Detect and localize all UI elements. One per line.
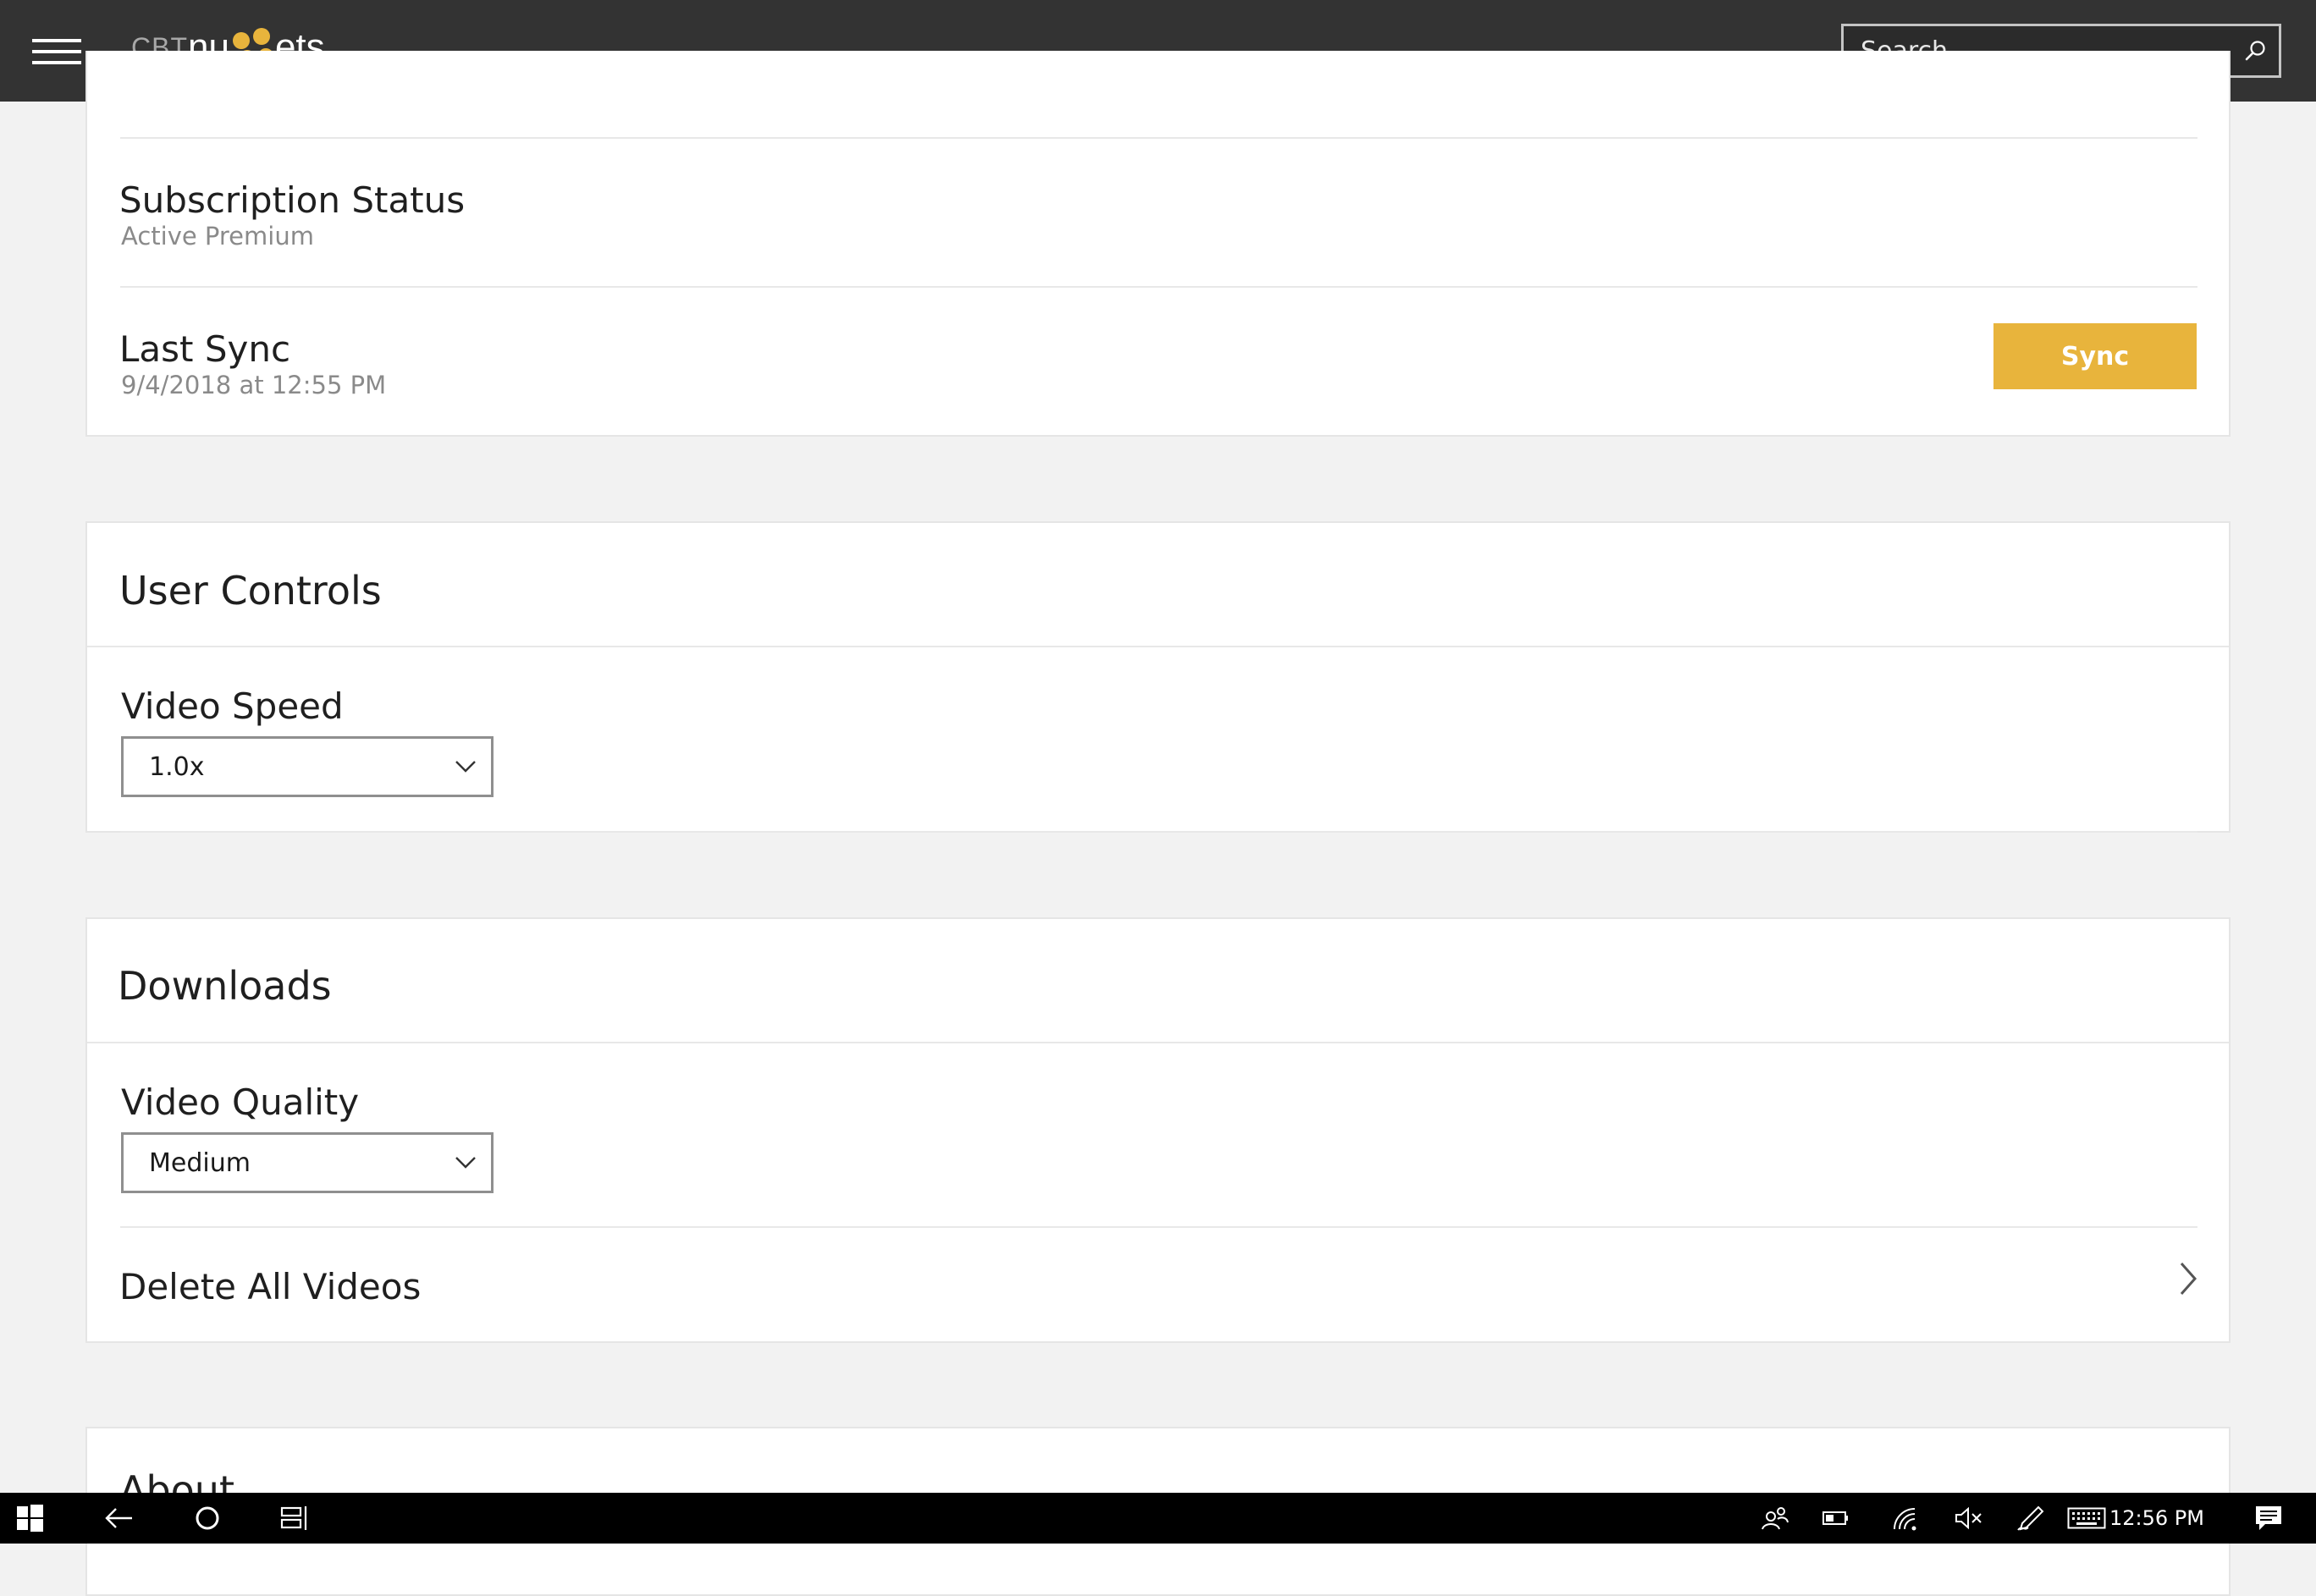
- battery-icon[interactable]: [1813, 1493, 1859, 1544]
- divider: [87, 1042, 2229, 1043]
- video-speed-dropdown[interactable]: 1.0x: [121, 736, 494, 797]
- subscription-status-label: Subscription Status: [119, 179, 466, 221]
- divider: [120, 137, 2197, 139]
- divider: [87, 646, 2229, 647]
- chevron-down-icon: [440, 739, 491, 795]
- account-card: Subscription Status Active Premium Last …: [85, 51, 2231, 437]
- people-icon[interactable]: [1752, 1493, 1798, 1544]
- delete-all-videos-label: Delete All Videos: [119, 1266, 422, 1307]
- chevron-down-icon: [440, 1135, 491, 1191]
- video-speed-value: 1.0x: [149, 751, 205, 782]
- delete-all-videos-row[interactable]: Delete All Videos: [87, 1228, 2229, 1343]
- taskbar-clock[interactable]: 12:56 PM: [2109, 1493, 2204, 1544]
- search-icon[interactable]: [2231, 26, 2279, 75]
- chevron-right-icon: [2178, 1260, 2198, 1301]
- task-view-icon[interactable]: [269, 1493, 320, 1544]
- divider: [120, 831, 2197, 833]
- back-arrow-icon[interactable]: [93, 1493, 144, 1544]
- windows-start-icon[interactable]: [0, 1493, 59, 1544]
- cortana-circle-icon[interactable]: [182, 1493, 233, 1544]
- sync-button[interactable]: Sync: [1993, 323, 2197, 389]
- subscription-status-value: Active Premium: [121, 222, 314, 250]
- user-controls-heading: User Controls: [119, 568, 382, 614]
- divider: [120, 286, 2197, 288]
- hamburger-menu-icon[interactable]: [32, 39, 81, 64]
- video-quality-label: Video Quality: [121, 1081, 360, 1123]
- downloads-heading: Downloads: [118, 963, 332, 1009]
- video-speed-label: Video Speed: [121, 685, 344, 727]
- windows-taskbar: 12:56 PM: [0, 1493, 2316, 1544]
- user-controls-card: User Controls Video Speed 1.0x: [85, 521, 2231, 833]
- touch-keyboard-icon[interactable]: [2064, 1493, 2109, 1544]
- last-sync-label: Last Sync: [119, 328, 291, 370]
- last-sync-value: 9/4/2018 at 12:55 PM: [121, 371, 387, 399]
- action-center-icon[interactable]: [2243, 1493, 2294, 1544]
- network-icon[interactable]: [1883, 1493, 1928, 1544]
- volume-muted-icon[interactable]: [1945, 1493, 1991, 1544]
- video-quality-value: Medium: [149, 1147, 251, 1178]
- video-quality-dropdown[interactable]: Medium: [121, 1132, 494, 1193]
- downloads-card: Downloads Video Quality Medium Delete Al…: [85, 917, 2231, 1343]
- pen-icon[interactable]: [2008, 1493, 2054, 1544]
